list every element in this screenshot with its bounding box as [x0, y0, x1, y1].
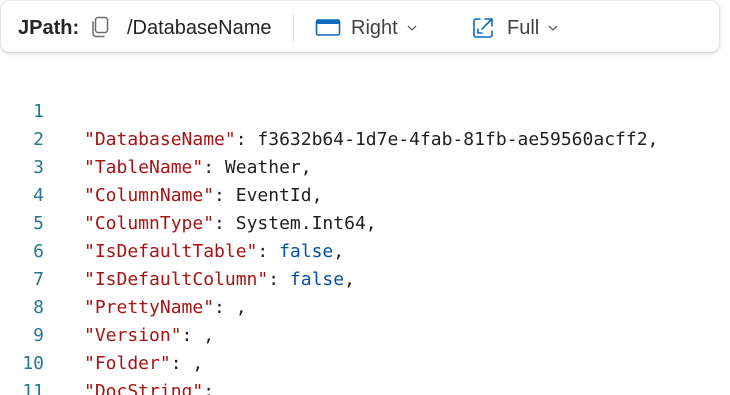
- copy-icon-glyph: [92, 16, 109, 38]
- code-line: 10 "DocString":: [0, 322, 214, 395]
- jpath-label: JPath:: [18, 17, 80, 39]
- json-boolean-value: false: [289, 269, 345, 290]
- expand-icon: [473, 18, 493, 38]
- code-line: 11: [0, 350, 44, 395]
- json-value: f3632b64-1d7e-4fab-81fb-ae59560acff2: [257, 129, 648, 150]
- json-boolean-value: false: [279, 241, 334, 262]
- json-comma: ,: [235, 297, 247, 318]
- json-separator: :: [214, 213, 236, 234]
- json-separator: :: [181, 325, 204, 346]
- json-key: "Version": [84, 325, 182, 346]
- json-separator: :: [268, 269, 290, 290]
- json-comma: ,: [192, 353, 204, 374]
- json-separator: :: [214, 185, 236, 206]
- code-line: 2 "TableName": Weather,: [0, 98, 311, 178]
- json-comma: ,: [311, 185, 323, 206]
- code-line: 3 "ColumnName": EventId,: [0, 126, 322, 206]
- json-comma: ,: [647, 129, 659, 150]
- jpath-toolbar: JPath: /DatabaseName Right Full: [1, 1, 719, 52]
- json-separator: :: [257, 241, 280, 262]
- code-line: 6 "IsDefaultColumn": false,: [0, 210, 355, 290]
- dock-position-label: Right: [351, 17, 398, 39]
- code-line: 4 "ColumnType": System.Int64,: [0, 154, 376, 234]
- dock-position-dropdown[interactable]: Right: [315, 14, 417, 42]
- json-separator: :: [214, 297, 236, 318]
- code-line: 7 "PrettyName": ,: [0, 238, 246, 318]
- json-comma: ,: [365, 213, 377, 234]
- json-key: "Folder": [84, 353, 171, 374]
- jpath-path: /DatabaseName: [127, 17, 272, 39]
- code-line: 8 "Version": ,: [0, 266, 214, 346]
- toolbar-divider: [293, 14, 294, 42]
- json-comma: ,: [344, 269, 355, 290]
- json-separator: :: [203, 381, 215, 395]
- json-key: "IsDefaultTable": [84, 241, 258, 262]
- json-key: "IsDefaultColumn": [84, 269, 269, 290]
- json-key: "PrettyName": [84, 297, 215, 318]
- json-separator: :: [235, 129, 258, 150]
- json-key: "TableName": [84, 157, 204, 178]
- json-comma: ,: [333, 241, 345, 262]
- chevron-down-icon: [548, 25, 558, 31]
- code-line: 9 "Folder": ,: [0, 294, 203, 374]
- json-key: "DocString": [84, 381, 204, 395]
- json-comma: ,: [203, 325, 215, 346]
- line-number: 11: [22, 381, 44, 395]
- json-value: Weather: [224, 157, 301, 178]
- view-mode-label: Full: [507, 17, 540, 39]
- panel-right-icon: [315, 19, 341, 36]
- json-key: "DatabaseName": [84, 129, 236, 150]
- code-line: 1 "DatabaseName": f3632b64-1d7e-4fab-81f…: [0, 70, 658, 150]
- json-value: EventId: [235, 185, 312, 206]
- code-line: 5 "IsDefaultTable": false,: [0, 182, 344, 262]
- json-key: "ColumnName": [84, 185, 215, 206]
- json-separator: :: [203, 157, 225, 178]
- copy-icon[interactable]: [91, 16, 111, 38]
- json-value: System.Int64: [235, 213, 366, 234]
- view-mode-dropdown[interactable]: Full: [471, 14, 558, 42]
- chevron-down-icon: [407, 25, 417, 31]
- json-comma: ,: [300, 157, 312, 178]
- json-key: "ColumnType": [84, 213, 215, 234]
- json-separator: :: [170, 353, 193, 374]
